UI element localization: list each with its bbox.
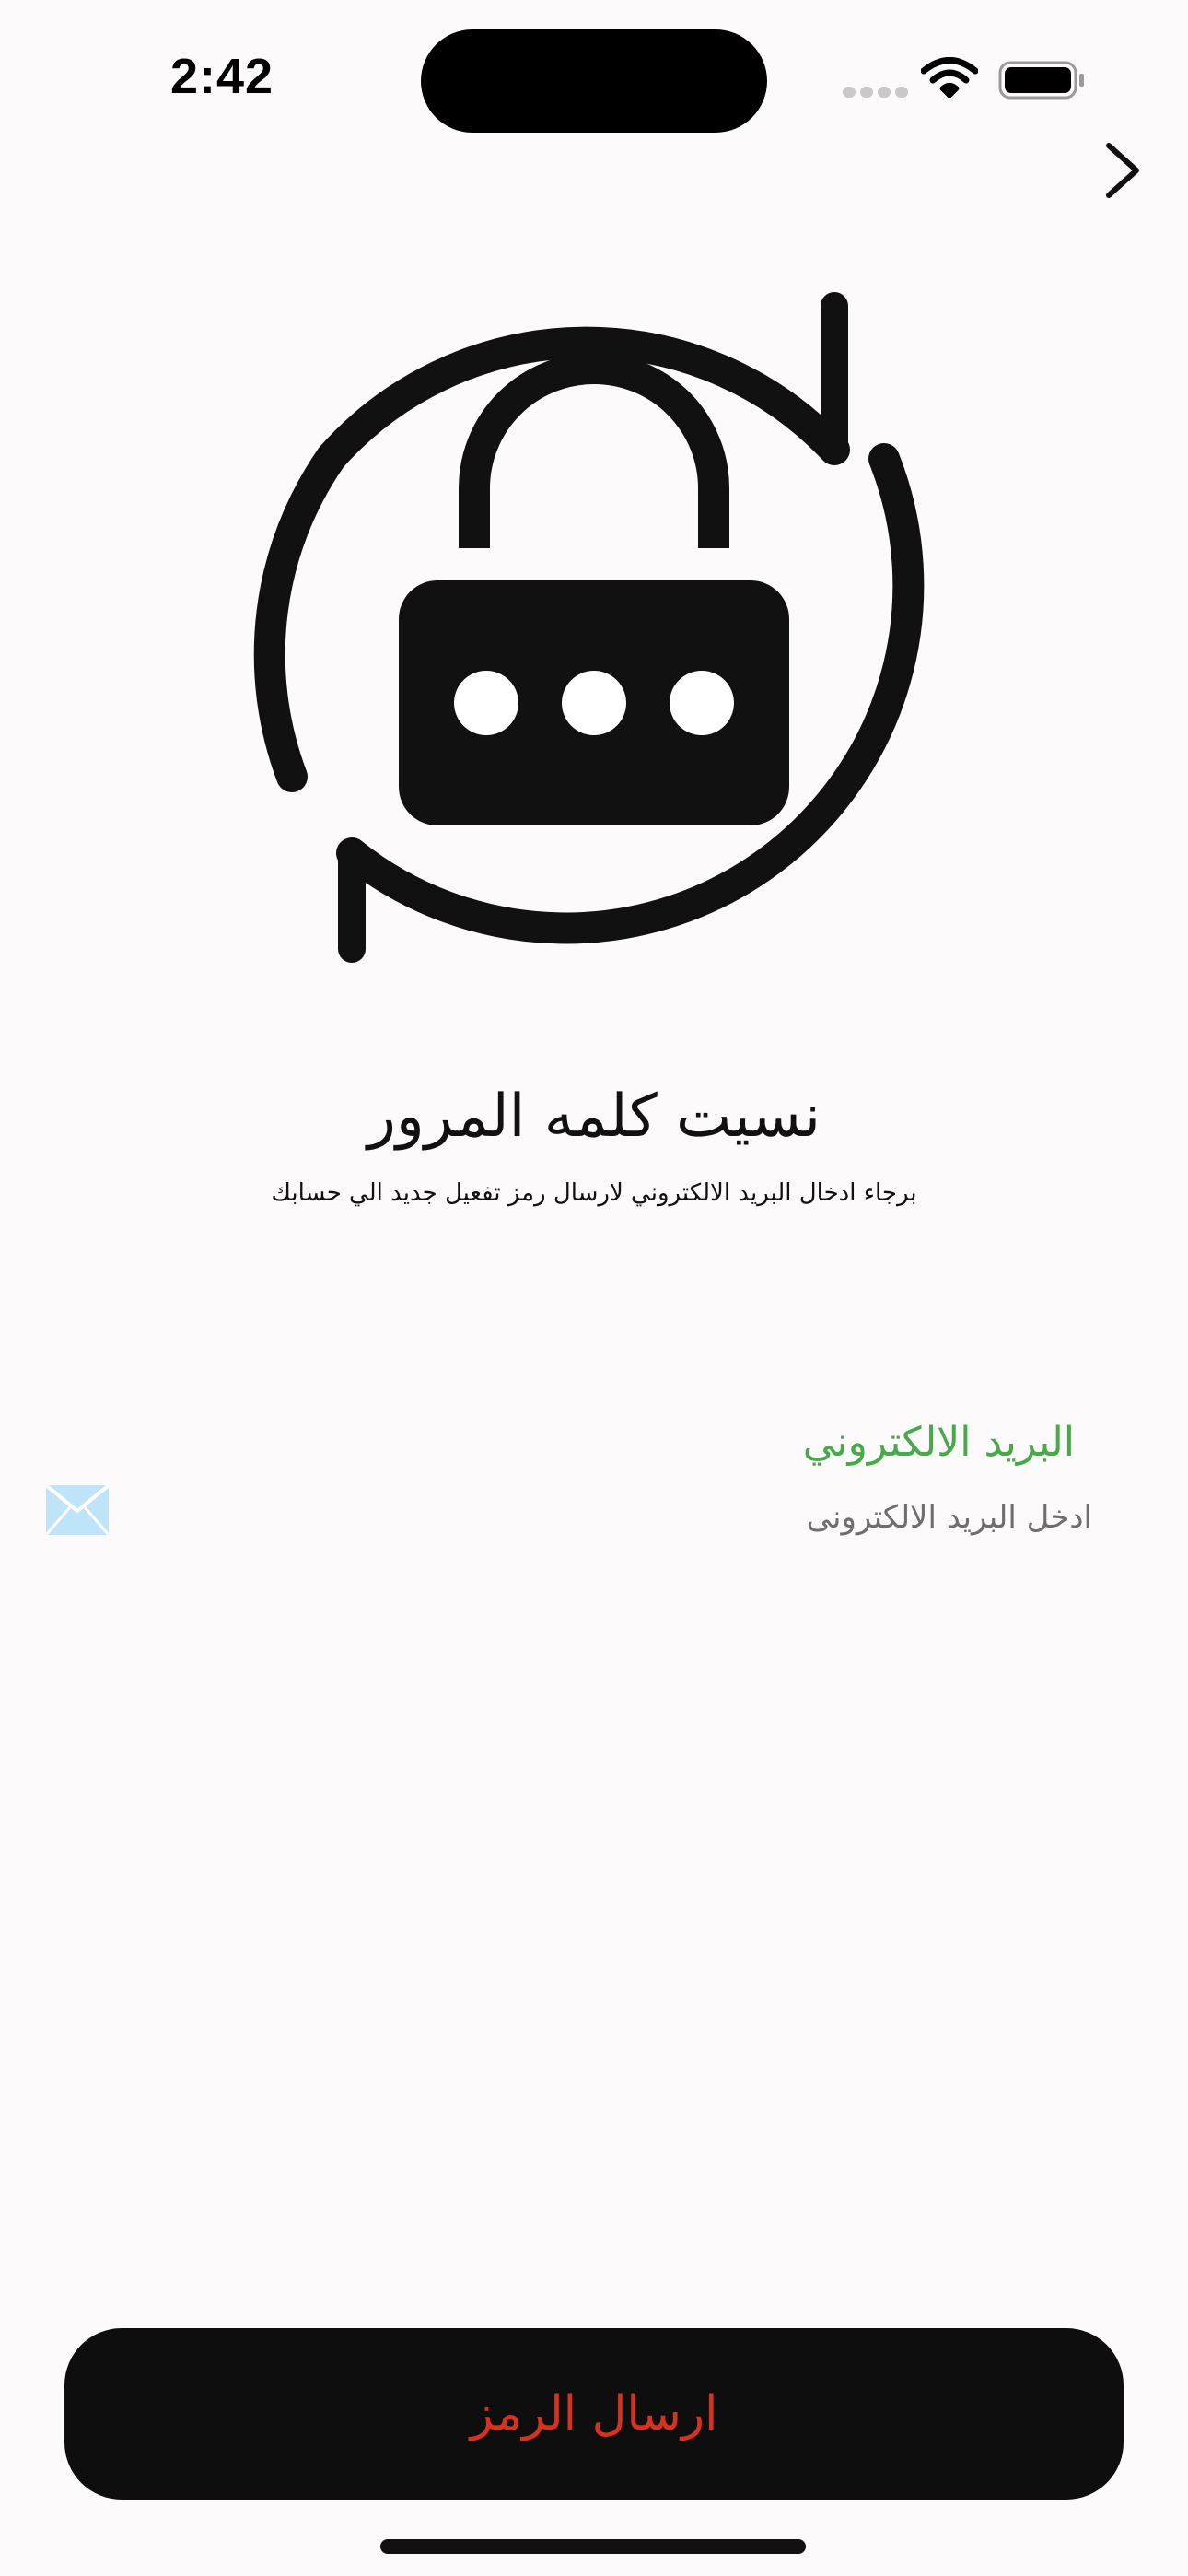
- status-bar: 2:42: [0, 0, 1188, 157]
- envelope-icon: [46, 1485, 109, 1535]
- wifi-icon: [921, 57, 978, 98]
- email-field[interactable]: [138, 1491, 1094, 1544]
- home-indicator: [380, 2539, 806, 2554]
- lock-reset-icon: [253, 292, 925, 963]
- battery-icon: [998, 61, 1084, 100]
- email-label: البريد الالكتروني: [802, 1419, 1075, 1466]
- page-subtitle: برجاء ادخال البريد الالكتروني لارسال رمز…: [271, 1179, 917, 1207]
- status-time: 2:42: [170, 49, 274, 104]
- cellular-signal-icon: [843, 87, 908, 98]
- chevron-right-icon[interactable]: [1096, 138, 1151, 203]
- send-code-button[interactable]: ارسال الرمز: [64, 2328, 1124, 2500]
- page-title: نسيت كلمه المرور: [367, 1083, 821, 1151]
- dynamic-island: [421, 29, 767, 133]
